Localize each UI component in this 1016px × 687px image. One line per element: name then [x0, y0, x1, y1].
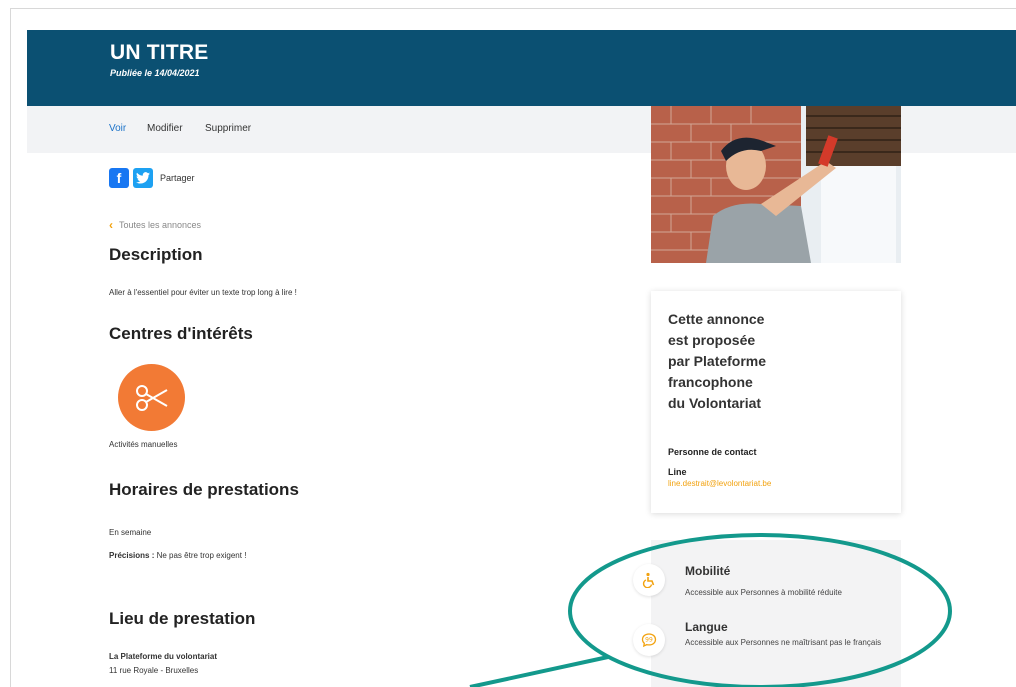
- organizer-line: par Plateforme: [668, 353, 767, 369]
- hero-image: [651, 106, 901, 263]
- accessibility-panel: Mobilité Accessible aux Personnes à mobi…: [633, 540, 901, 687]
- location-heading: Lieu de prestation: [109, 609, 256, 628]
- precisions-label: Précisions :: [109, 551, 155, 560]
- back-link-label[interactable]: Toutes les annonces: [119, 220, 201, 230]
- facebook-icon[interactable]: f: [109, 168, 129, 188]
- page-header: UN TITRE Publiée le 14/04/2021: [27, 30, 1016, 106]
- svg-text:99: 99: [645, 637, 653, 644]
- accessibility-title: Mobilité: [685, 564, 731, 578]
- share-bar: f Partager: [109, 168, 195, 188]
- tab-supprimer[interactable]: Supprimer: [205, 123, 251, 134]
- contact-email-link[interactable]: line.destrait@levolontariat.be: [668, 479, 771, 488]
- scissors-icon: [135, 384, 167, 411]
- tab-modifier[interactable]: Modifier: [147, 123, 183, 134]
- organizer-line: du Volontariat: [668, 395, 762, 411]
- organizer-line: Cette annonce: [668, 311, 765, 327]
- twitter-icon[interactable]: [133, 168, 153, 188]
- wheelchair-icon: [633, 564, 665, 596]
- interest-label: Activités manuelles: [109, 440, 178, 449]
- publication-date: Publiée le 14/04/2021: [110, 68, 200, 78]
- interests-heading: Centres d'intérêts: [109, 324, 253, 343]
- precisions-text: Ne pas être trop exigent !: [154, 551, 247, 560]
- accessibility-title: Langue: [685, 620, 728, 634]
- organizer-line: francophone: [668, 374, 753, 390]
- description-text: Aller à l'essentiel pour éviter un texte…: [109, 288, 297, 297]
- share-label[interactable]: Partager: [160, 173, 195, 183]
- back-link[interactable]: ‹ Toutes les annonces: [109, 218, 201, 232]
- schedule-precisions: Précisions : Ne pas être trop exigent !: [109, 551, 246, 560]
- schedule-heading: Horaires de prestations: [109, 480, 299, 499]
- page-title: UN TITRE: [110, 41, 209, 64]
- schedule-text: En semaine: [109, 528, 152, 537]
- description-heading: Description: [109, 245, 203, 264]
- location-name: La Plateforme du volontariat: [109, 652, 218, 661]
- accessibility-description: Accessible aux Personnes à mobilité rédu…: [685, 588, 842, 597]
- contact-label: Personne de contact: [668, 447, 757, 457]
- contact-name: Line: [668, 467, 687, 477]
- organizer-card: Cette annonce est proposée par Plateform…: [651, 291, 901, 513]
- organizer-line: est proposée: [668, 332, 756, 348]
- accessibility-description: Accessible aux Personnes ne maîtrisant p…: [685, 638, 882, 647]
- interest-badge: [118, 364, 185, 431]
- tab-voir[interactable]: Voir: [109, 123, 126, 134]
- location-address: 11 rue Royale - Bruxelles: [109, 666, 199, 675]
- chevron-left-icon: ‹: [109, 218, 113, 232]
- organizer-text: Cette annonce est proposée par Plateform…: [668, 309, 788, 414]
- speech-bubble-icon: 99: [633, 624, 665, 656]
